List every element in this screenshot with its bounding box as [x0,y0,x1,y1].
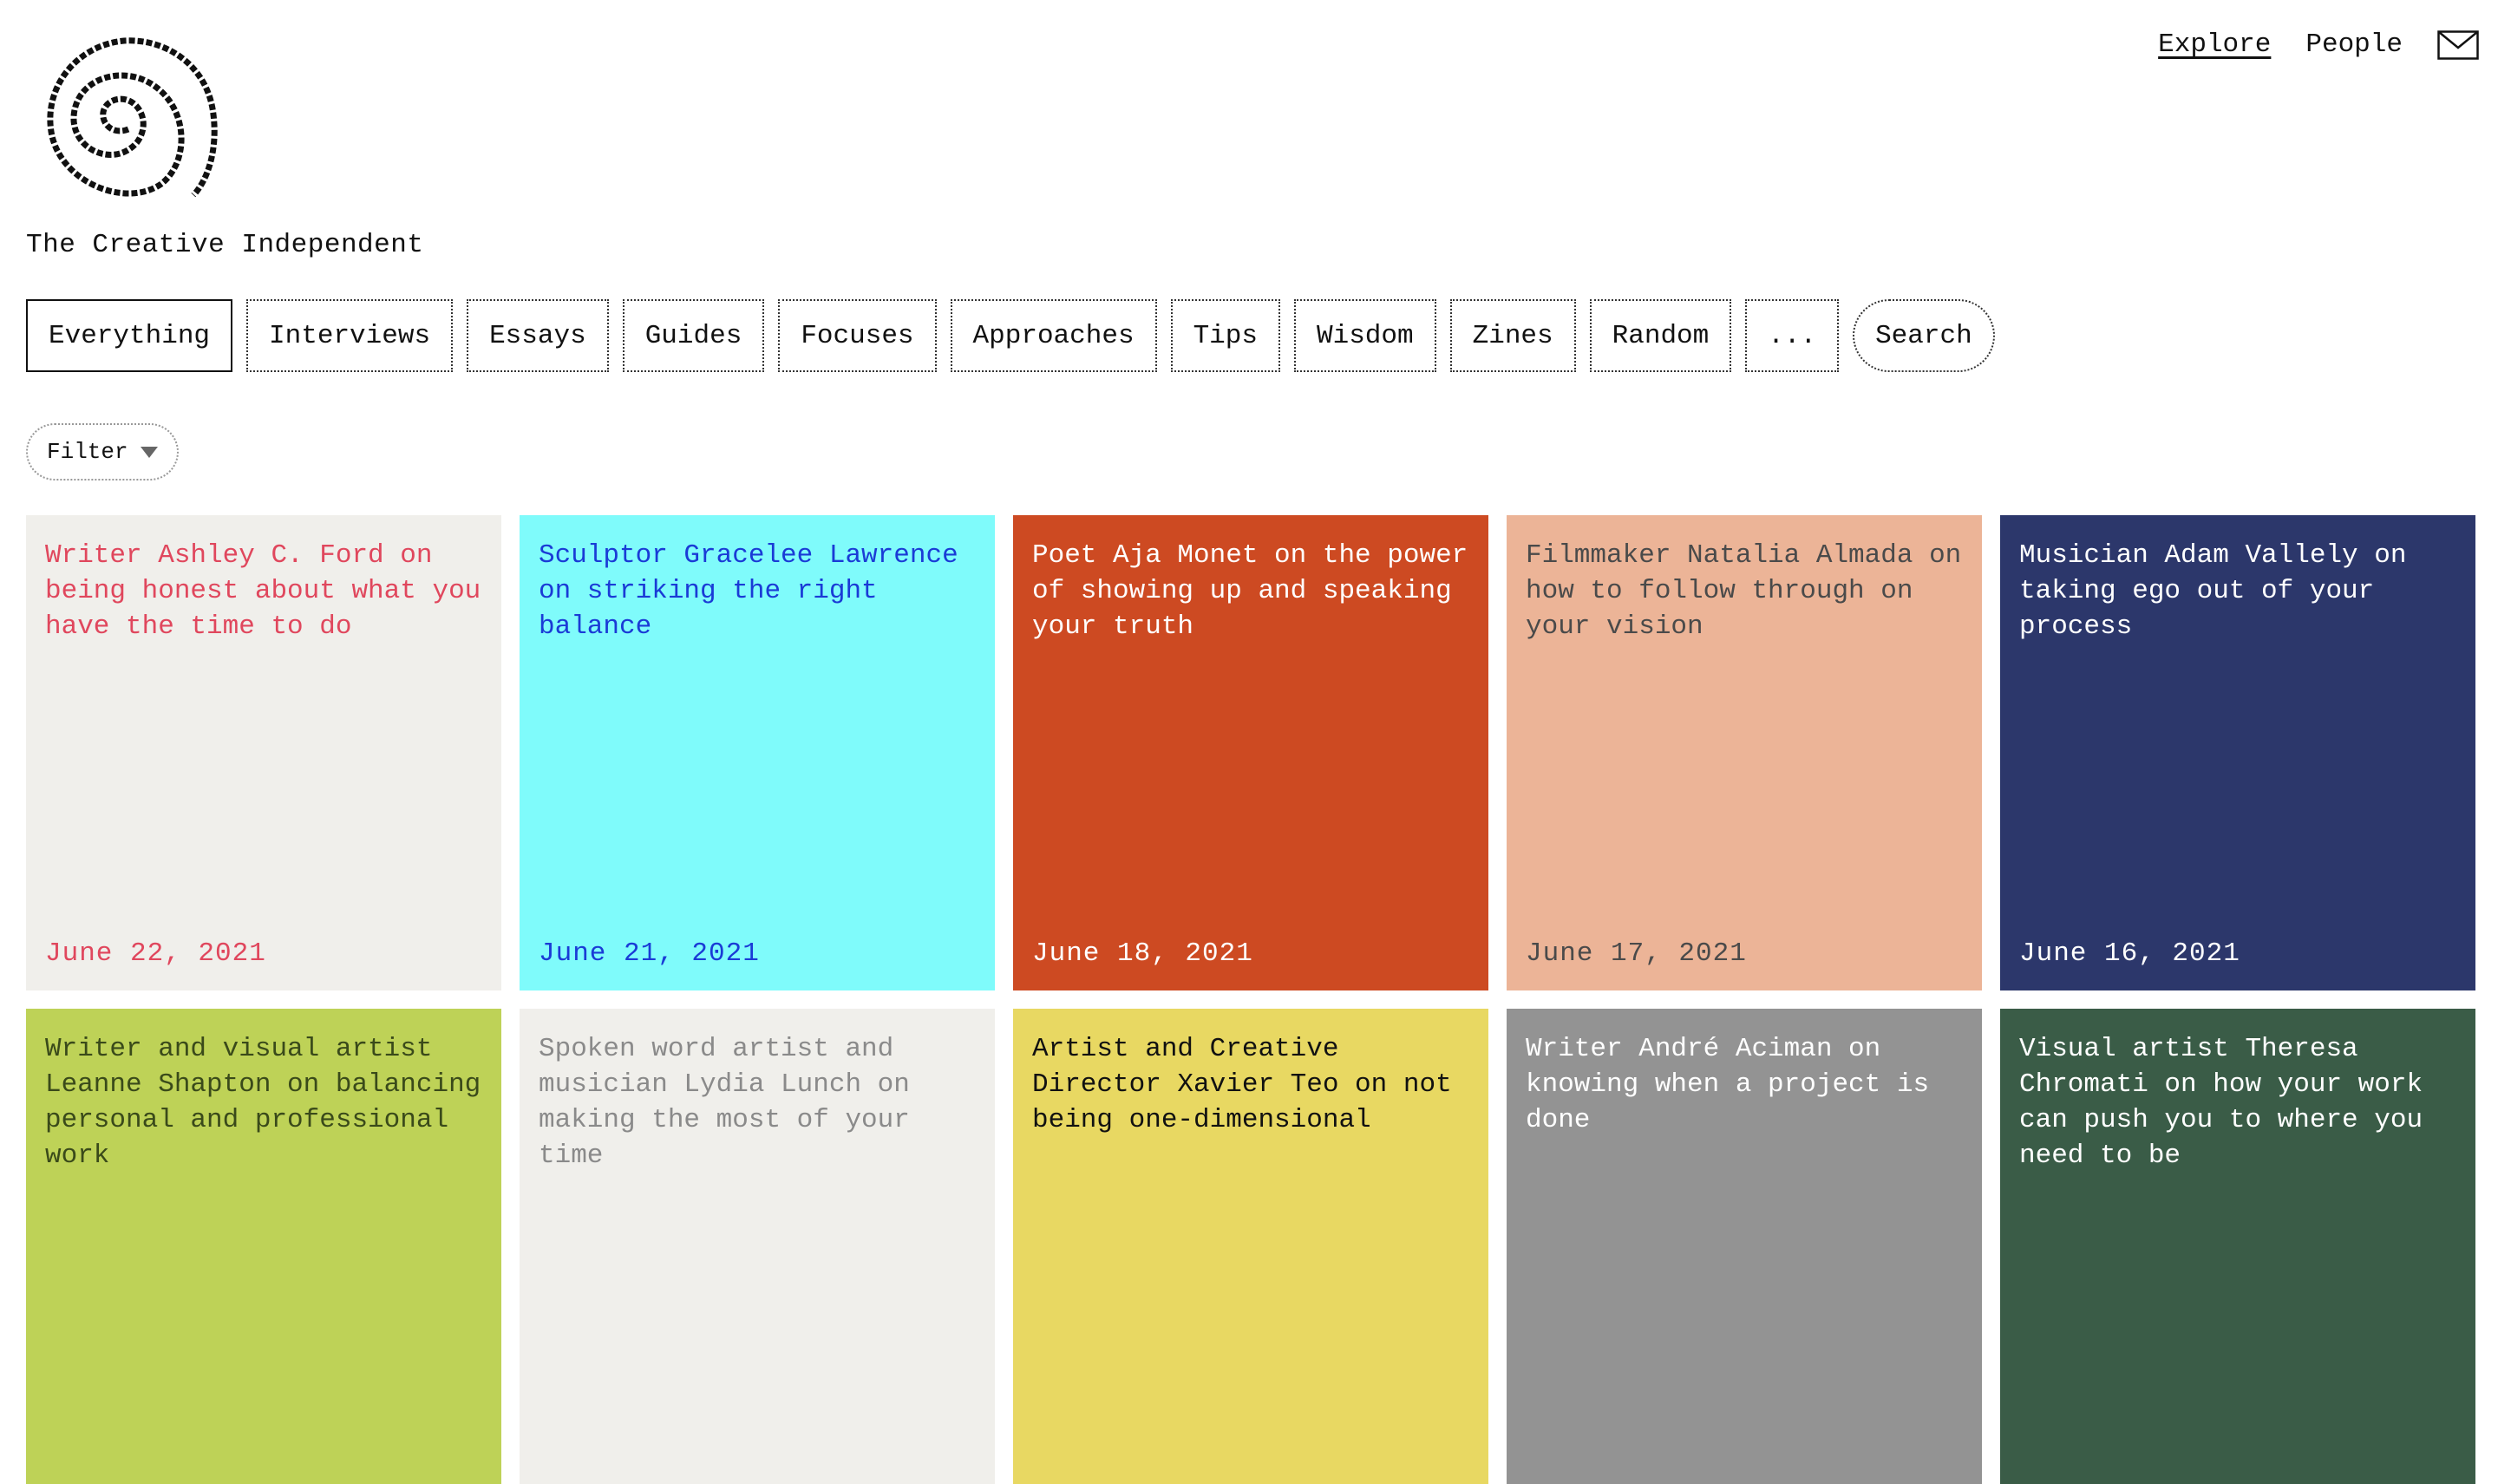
tab-wisdom[interactable]: Wisdom [1294,299,1436,372]
card-title: Filmmaker Natalia Almada on how to follo… [1526,540,1962,642]
category-tabs: Everything Interviews Essays Guides Focu… [26,299,1995,372]
tab-everything[interactable]: Everything [26,299,233,372]
tab-approaches[interactable]: Approaches [950,299,1157,372]
card-title: Musician Adam Vallely on taking ego out … [2019,540,2407,642]
tab-random[interactable]: Random [1589,299,1732,372]
tab-focuses[interactable]: Focuses [778,299,937,372]
article-card[interactable]: Sculptor Gracelee Lawrence on striking t… [520,515,995,990]
nav-explore[interactable]: Explore [2158,29,2271,60]
article-card[interactable]: Writer Ashley C. Ford on being honest ab… [26,515,501,990]
card-date: June 18, 2021 [1032,938,1253,969]
card-date: June 16, 2021 [2019,938,2240,969]
top-navigation: Explore People [2158,29,2479,60]
card-title: Writer Ashley C. Ford on being honest ab… [45,540,481,642]
article-card[interactable]: Writer André Aciman on knowing when a pr… [1507,1009,1982,1484]
spiral-logo-icon[interactable] [24,19,224,197]
card-title: Sculptor Gracelee Lawrence on striking t… [539,540,958,642]
article-card[interactable]: Filmmaker Natalia Almada on how to follo… [1507,515,1982,990]
envelope-icon[interactable] [2437,29,2479,60]
card-title: Writer and visual artist Leanne Shapton … [45,1034,481,1171]
article-card[interactable]: Artist and Creative Director Xavier Teo … [1013,1009,1488,1484]
card-title: Poet Aja Monet on the power of showing u… [1032,540,1468,642]
tab-more[interactable]: ... [1745,299,1840,372]
article-card[interactable]: Visual artist Theresa Chromati on how yo… [2000,1009,2475,1484]
article-card[interactable]: Spoken word artist and musician Lydia Lu… [520,1009,995,1484]
card-title: Writer André Aciman on knowing when a pr… [1526,1034,1930,1135]
filter-button[interactable]: Filter [26,423,179,481]
article-grid: Writer Ashley C. Ford on being honest ab… [26,515,2475,1484]
triangle-down-icon [140,446,158,458]
tab-essays[interactable]: Essays [467,299,609,372]
nav-people[interactable]: People [2305,29,2403,60]
article-card[interactable]: Writer and visual artist Leanne Shapton … [26,1009,501,1484]
tab-tips[interactable]: Tips [1170,299,1280,372]
card-date: June 22, 2021 [45,938,266,969]
article-card[interactable]: Musician Adam Vallely on taking ego out … [2000,515,2475,990]
tab-interviews[interactable]: Interviews [246,299,454,372]
card-date: June 21, 2021 [539,938,760,969]
tab-zines[interactable]: Zines [1449,299,1576,372]
site-title[interactable]: The Creative Independent [26,230,423,260]
card-title: Visual artist Theresa Chromati on how yo… [2019,1034,2423,1171]
card-title: Artist and Creative Director Xavier Teo … [1032,1034,1452,1135]
filter-label: Filter [47,439,128,465]
tab-guides[interactable]: Guides [622,299,765,372]
search-button[interactable]: Search [1853,299,1995,372]
article-card[interactable]: Poet Aja Monet on the power of showing u… [1013,515,1488,990]
card-date: June 17, 2021 [1526,938,1747,969]
card-title: Spoken word artist and musician Lydia Lu… [539,1034,910,1171]
